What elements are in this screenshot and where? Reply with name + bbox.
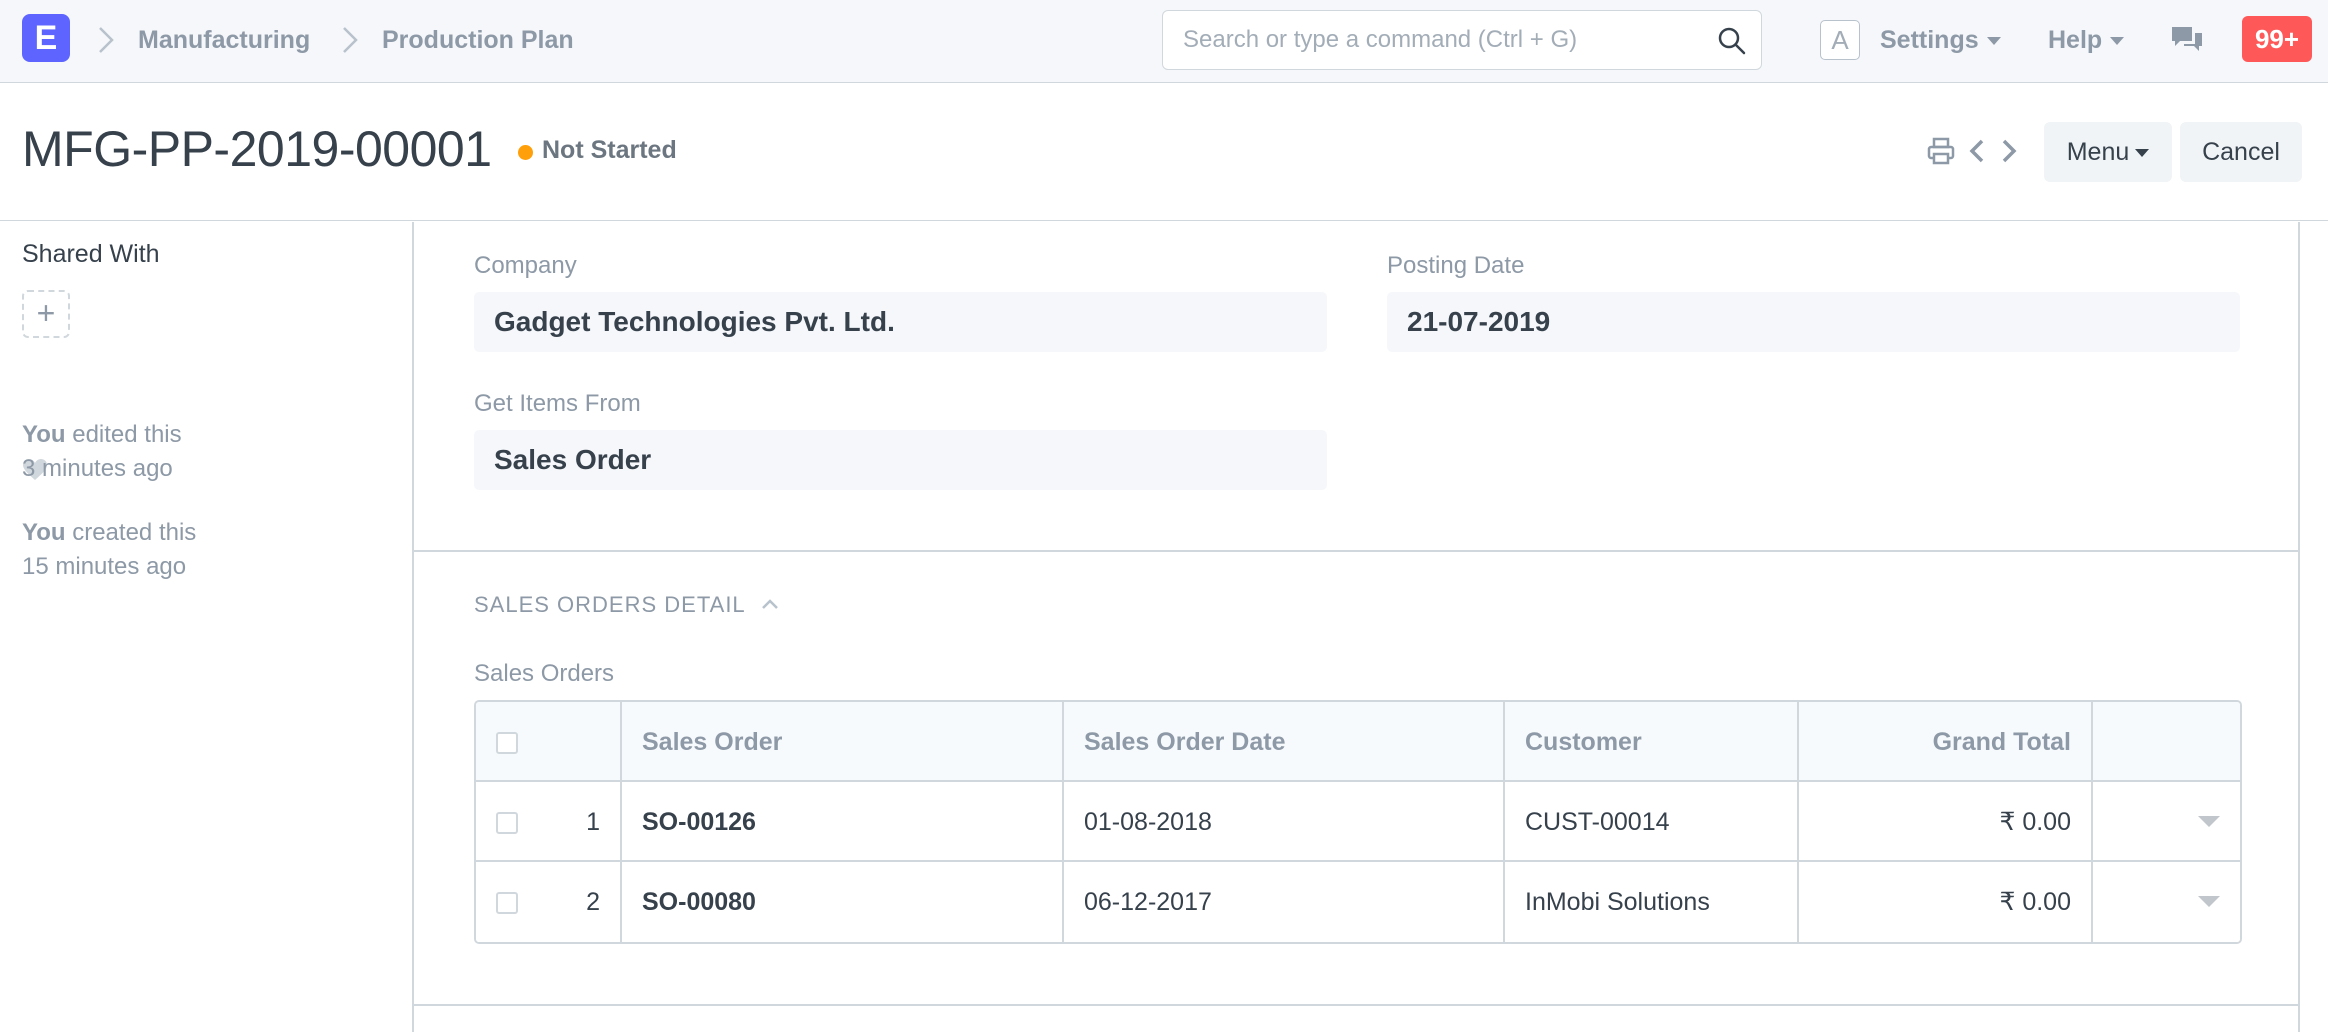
row-actions-cell	[2093, 862, 2240, 942]
print-icon[interactable]	[1926, 136, 1956, 166]
app-logo[interactable]: E	[22, 14, 70, 62]
row-index: 1	[586, 808, 600, 836]
header-select-cell	[476, 702, 622, 782]
chevron-right-icon	[343, 27, 358, 53]
header-customer: Customer	[1505, 702, 1799, 782]
header-actions-cell	[2093, 702, 2240, 782]
company-label: Company	[474, 252, 577, 279]
form-main: Company Gadget Technologies Pvt. Ltd. Po…	[412, 222, 2300, 1032]
search-input[interactable]	[1183, 11, 1703, 69]
navbar: E Manufacturing Production Plan A Settin…	[0, 0, 2328, 83]
activity-time: 15 minutes ago	[22, 553, 187, 580]
chat-icon[interactable]	[2170, 24, 2204, 54]
page-head: MFG-PP-2019-00001 Not Started Menu Cance…	[0, 84, 2328, 221]
cell-sales-order-date[interactable]: 01-08-2018	[1064, 782, 1505, 862]
header-sales-order-date: Sales Order Date	[1064, 702, 1505, 782]
posting-date-field[interactable]: 21-07-2019	[1387, 292, 2240, 352]
activity-action: created this	[72, 519, 197, 546]
add-share-button[interactable]: +	[22, 290, 70, 338]
cell-grand-total[interactable]: ₹ 0.00	[1799, 782, 2093, 862]
chevron-up-icon[interactable]	[758, 592, 782, 616]
settings-dropdown[interactable]: Settings	[1880, 26, 2001, 55]
cancel-button[interactable]: Cancel	[2180, 122, 2302, 182]
row-checkbox[interactable]	[496, 812, 518, 834]
cell-customer[interactable]: InMobi Solutions	[1505, 862, 1799, 942]
notifications-badge[interactable]: 99+	[2242, 16, 2312, 62]
cell-customer[interactable]: CUST-00014	[1505, 782, 1799, 862]
cell-sales-order-date[interactable]: 06-12-2017	[1064, 862, 1505, 942]
next-record-icon[interactable]	[1998, 136, 2020, 166]
row-expand-icon[interactable]	[2198, 896, 2220, 907]
table-row[interactable]: 2 SO-00080 06-12-2017 InMobi Solutions ₹…	[476, 862, 2240, 942]
header-sales-order: Sales Order	[622, 702, 1064, 782]
row-select-cell: 1	[476, 782, 622, 862]
posting-date-label: Posting Date	[1387, 252, 1525, 279]
section-title[interactable]: SALES ORDERS DETAIL	[474, 592, 746, 618]
row-index: 2	[586, 888, 600, 916]
header-grand-total: Grand Total	[1799, 702, 2093, 782]
help-label: Help	[2048, 26, 2103, 54]
search-icon[interactable]	[1717, 26, 1747, 56]
search-bar	[1162, 10, 1762, 70]
activity-user: You	[22, 421, 66, 448]
avatar[interactable]: A	[1820, 20, 1860, 60]
settings-label: Settings	[1880, 26, 1979, 54]
cell-grand-total[interactable]: ₹ 0.00	[1799, 862, 2093, 942]
cell-sales-order[interactable]: SO-00126	[622, 782, 1064, 862]
activity-user: You	[22, 519, 66, 546]
activity-action: edited this	[72, 421, 182, 448]
chevron-right-icon	[99, 27, 114, 53]
company-field[interactable]: Gadget Technologies Pvt. Ltd.	[474, 292, 1327, 352]
caret-down-icon	[2110, 37, 2125, 46]
status-indicator-dot	[518, 145, 533, 160]
breadcrumb-manufacturing[interactable]: Manufacturing	[138, 26, 310, 55]
row-checkbox[interactable]	[496, 892, 518, 914]
row-actions-cell	[2093, 782, 2240, 862]
activity-time: 3 minutes ago	[22, 455, 173, 482]
sales-orders-table: Sales Order Sales Order Date Customer Gr…	[474, 700, 2242, 944]
get-items-from-field[interactable]: Sales Order	[474, 430, 1327, 490]
status-badge: Not Started	[542, 136, 677, 164]
caret-down-icon	[2135, 149, 2150, 158]
select-all-checkbox[interactable]	[496, 732, 518, 754]
breadcrumb-production-plan[interactable]: Production Plan	[382, 26, 574, 55]
section-divider	[414, 550, 2298, 552]
shared-with-label: Shared With	[22, 240, 160, 268]
page-title: MFG-PP-2019-00001	[22, 121, 492, 177]
cell-sales-order[interactable]: SO-00080	[622, 862, 1064, 942]
help-dropdown[interactable]: Help	[2048, 26, 2125, 55]
get-items-from-label: Get Items From	[474, 390, 641, 417]
activity-item: You edited this 3 minutes ago	[22, 418, 182, 486]
sales-orders-table-label: Sales Orders	[474, 660, 615, 687]
previous-record-icon[interactable]	[1966, 136, 1988, 166]
section-divider	[414, 1004, 2298, 1006]
caret-down-icon	[1986, 37, 2001, 46]
row-select-cell: 2	[476, 862, 622, 942]
row-expand-icon[interactable]	[2198, 816, 2220, 827]
form-sidebar: Shared With + You edited this 3 minutes …	[0, 222, 412, 1032]
menu-button[interactable]: Menu	[2044, 122, 2172, 182]
menu-label: Menu	[2066, 138, 2130, 166]
table-header-row: Sales Order Sales Order Date Customer Gr…	[476, 702, 2240, 782]
activity-item: You created this 15 minutes ago	[22, 516, 196, 584]
table-row[interactable]: 1 SO-00126 01-08-2018 CUST-00014 ₹ 0.00	[476, 782, 2240, 862]
